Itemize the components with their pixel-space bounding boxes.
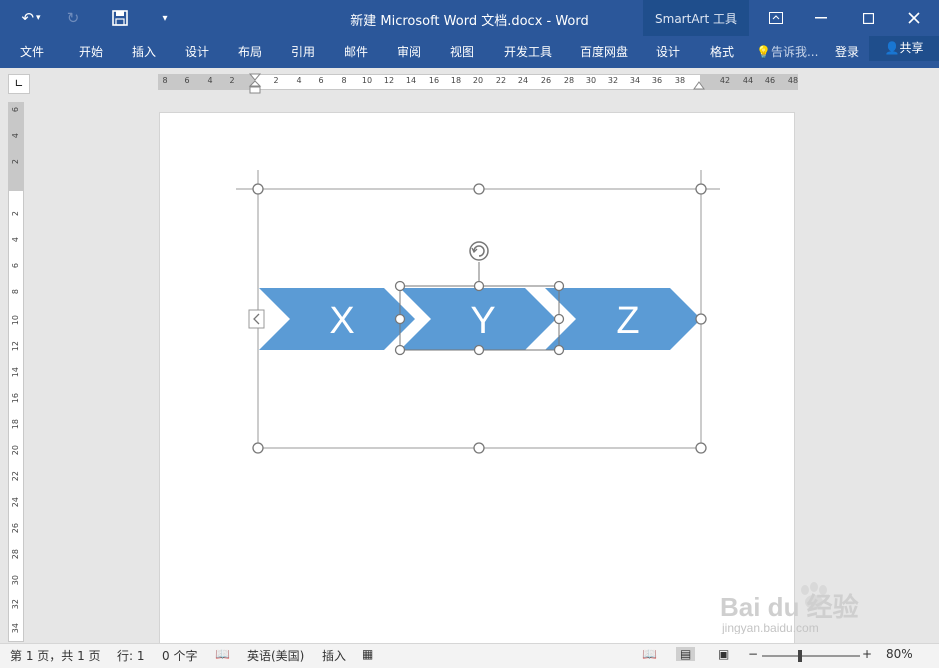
- zoom-slider-thumb[interactable]: [798, 650, 802, 662]
- status-bar: 第 1 页，共 1 页 行: 1 0 个字 📖 英语(美国) 插入 ▦ 📖 ▤ …: [0, 643, 939, 668]
- resize-handle[interactable]: [695, 442, 707, 454]
- zoom-out-button[interactable]: −: [748, 647, 758, 661]
- smartart-chevron-label[interactable]: Y: [470, 300, 495, 342]
- web-layout-icon[interactable]: ▣: [718, 647, 729, 661]
- shape-handle[interactable]: [553, 344, 565, 356]
- resize-handle[interactable]: [473, 442, 485, 454]
- macro-recording-icon[interactable]: ▦: [362, 647, 373, 661]
- language[interactable]: 英语(美国): [247, 647, 304, 664]
- resize-handle[interactable]: [473, 183, 485, 195]
- shape-handle[interactable]: [473, 344, 485, 356]
- resize-handle[interactable]: [695, 183, 707, 195]
- zoom-in-button[interactable]: +: [862, 647, 872, 661]
- smartart-chevron-label[interactable]: Z: [616, 300, 639, 342]
- zoom-level[interactable]: 80%: [886, 647, 913, 661]
- shape-handle[interactable]: [394, 344, 406, 356]
- watermark-brand: Bai du 经验: [720, 592, 859, 622]
- baidu-paw-logo: Bai du 经验 jingyan.baidu.com: [720, 582, 859, 635]
- shape-handle[interactable]: [553, 280, 565, 292]
- print-layout-icon[interactable]: ▤: [676, 647, 696, 661]
- resize-handle[interactable]: [252, 183, 264, 195]
- resize-handle[interactable]: [252, 442, 264, 454]
- shape-handle[interactable]: [553, 313, 565, 325]
- proofing-icon[interactable]: 📖: [215, 647, 230, 661]
- rotate-handle-icon[interactable]: [469, 241, 489, 261]
- read-mode-icon[interactable]: 📖: [642, 647, 657, 661]
- smartart-chevron-label[interactable]: X: [329, 300, 354, 342]
- insert-mode[interactable]: 插入: [322, 647, 346, 664]
- watermark-url: jingyan.baidu.com: [721, 621, 819, 634]
- shape-handle[interactable]: [394, 280, 406, 292]
- page-count[interactable]: 第 1 页，共 1 页: [10, 647, 101, 664]
- zoom-slider[interactable]: [762, 650, 860, 662]
- line-number[interactable]: 行: 1: [117, 647, 145, 664]
- shape-handle[interactable]: [473, 280, 485, 292]
- word-count[interactable]: 0 个字: [162, 647, 197, 664]
- baidu-jingyan-watermark: Bai du 经验 jingyan.baidu.com: [720, 580, 920, 635]
- smartart-graphic[interactable]: X Y Z: [0, 0, 939, 667]
- text-pane-toggle-icon[interactable]: [248, 309, 265, 329]
- resize-handle[interactable]: [695, 313, 707, 325]
- shape-handle[interactable]: [394, 313, 406, 325]
